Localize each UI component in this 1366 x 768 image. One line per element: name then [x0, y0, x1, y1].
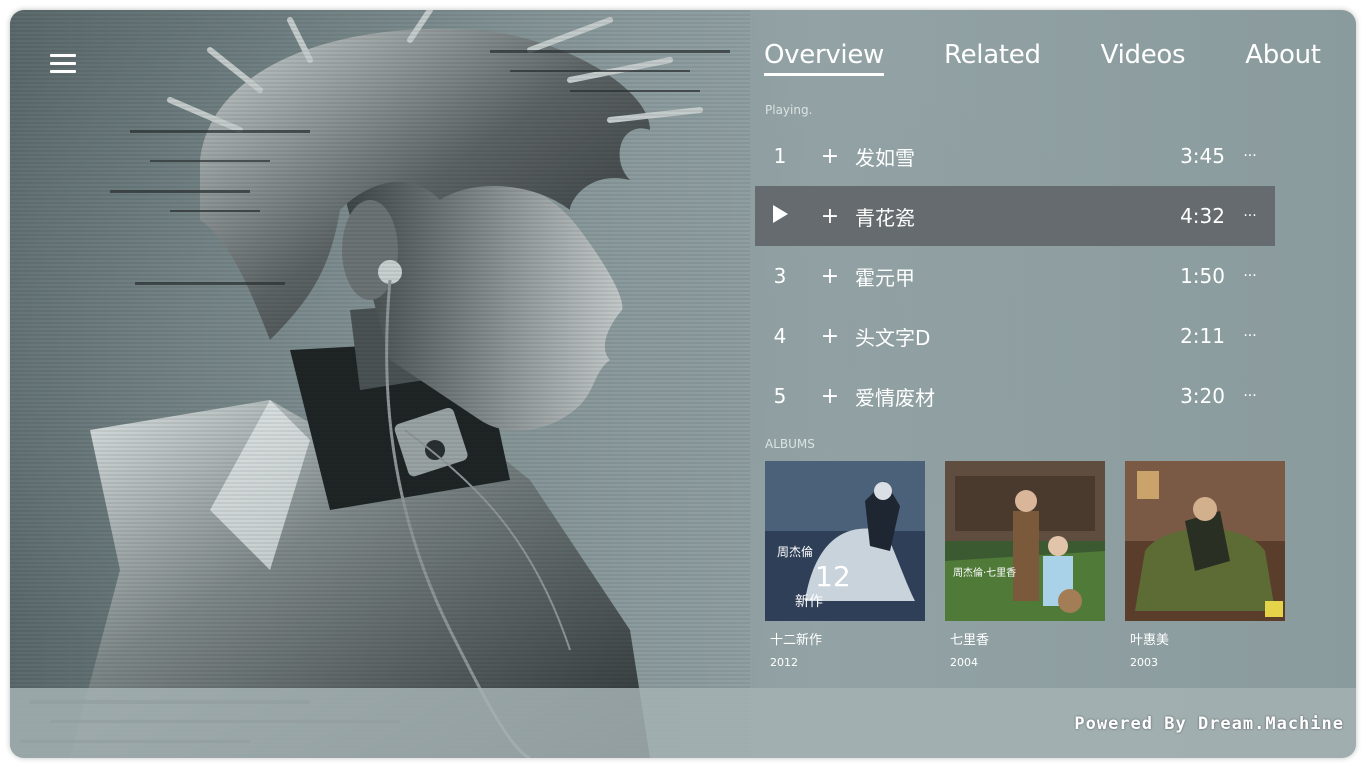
tab-about[interactable]: About — [1245, 40, 1321, 70]
track-duration: 4:32 — [1180, 204, 1225, 228]
album-cover[interactable] — [1125, 461, 1285, 621]
track-row[interactable]: 5 + 爱情废材 3:20 ··· — [755, 366, 1275, 426]
tab-bar: Overview Related Videos About — [764, 40, 1321, 76]
svg-text:新作: 新作 — [795, 594, 823, 610]
album-year: 2012 — [770, 656, 798, 669]
track-row[interactable]: 1 + 发如雪 3:45 ··· — [755, 126, 1275, 186]
ellipsis-icon[interactable]: ··· — [1225, 268, 1275, 284]
track-title: 爱情废材 — [855, 385, 935, 410]
footer-credit: Powered By Dream.Machine — [1074, 714, 1344, 734]
track-list: 1 + 发如雪 3:45 ··· + 青花瓷 4:32 ··· 3 + 霍元甲 … — [755, 126, 1275, 426]
track-row[interactable]: 4 + 头文字D 2:11 ··· — [755, 306, 1275, 366]
track-number: 5 — [773, 384, 787, 408]
play-icon[interactable] — [755, 204, 805, 228]
album-list: 周杰倫 12 新作 十二新作 2012 周杰倫·七里香 七里香 2004 叶惠美… — [765, 461, 1305, 669]
tab-overview[interactable]: Overview — [764, 40, 884, 76]
plus-icon[interactable]: + — [805, 204, 855, 229]
ellipsis-icon[interactable]: ··· — [1225, 148, 1275, 164]
tab-videos[interactable]: Videos — [1101, 40, 1186, 70]
footer-bar: Powered By Dream.Machine — [10, 688, 1356, 758]
track-title: 青花瓷 — [855, 205, 915, 230]
album-card[interactable]: 叶惠美 2003 — [1125, 461, 1285, 669]
ellipsis-icon[interactable]: ··· — [1225, 208, 1275, 224]
album-title: 十二新作 — [770, 633, 823, 648]
svg-text:12: 12 — [815, 560, 851, 593]
plus-icon[interactable]: + — [805, 264, 855, 289]
track-duration: 3:20 — [1180, 384, 1225, 408]
album-cover[interactable]: 周杰倫 12 新作 — [765, 461, 925, 621]
track-number: 3 — [773, 264, 787, 288]
album-card[interactable]: 周杰倫·七里香 七里香 2004 — [945, 461, 1105, 669]
track-row-playing[interactable]: + 青花瓷 4:32 ··· — [755, 186, 1275, 246]
album-year: 2004 — [950, 656, 978, 669]
album-cover[interactable]: 周杰倫·七里香 — [945, 461, 1105, 621]
plus-icon[interactable]: + — [805, 384, 855, 409]
playing-label: Playing. — [765, 103, 813, 117]
menu-icon[interactable] — [50, 54, 76, 76]
plus-icon[interactable]: + — [805, 324, 855, 349]
track-row[interactable]: 3 + 霍元甲 1:50 ··· — [755, 246, 1275, 306]
album-year: 2003 — [1130, 656, 1158, 669]
artist-portrait — [10, 10, 750, 758]
track-duration: 2:11 — [1180, 324, 1225, 348]
svg-text:周杰倫: 周杰倫 — [777, 545, 813, 559]
ellipsis-icon[interactable]: ··· — [1225, 328, 1275, 344]
ellipsis-icon[interactable]: ··· — [1225, 388, 1275, 404]
track-title: 头文字D — [855, 325, 931, 350]
track-number: 4 — [773, 324, 787, 348]
track-number: 1 — [773, 144, 787, 168]
app-window: Overview Related Videos About Playing. 1… — [10, 10, 1356, 758]
track-duration: 3:45 — [1180, 144, 1225, 168]
album-title: 七里香 — [950, 633, 990, 648]
albums-label: ALBUMS — [765, 437, 815, 451]
track-title: 发如雪 — [855, 145, 915, 170]
plus-icon[interactable]: + — [805, 144, 855, 169]
track-title: 霍元甲 — [855, 265, 915, 290]
tab-related[interactable]: Related — [944, 40, 1041, 70]
track-duration: 1:50 — [1180, 264, 1225, 288]
album-title: 叶惠美 — [1130, 633, 1170, 648]
svg-text:周杰倫·七里香: 周杰倫·七里香 — [953, 566, 1016, 579]
album-card[interactable]: 周杰倫 12 新作 十二新作 2012 — [765, 461, 925, 669]
